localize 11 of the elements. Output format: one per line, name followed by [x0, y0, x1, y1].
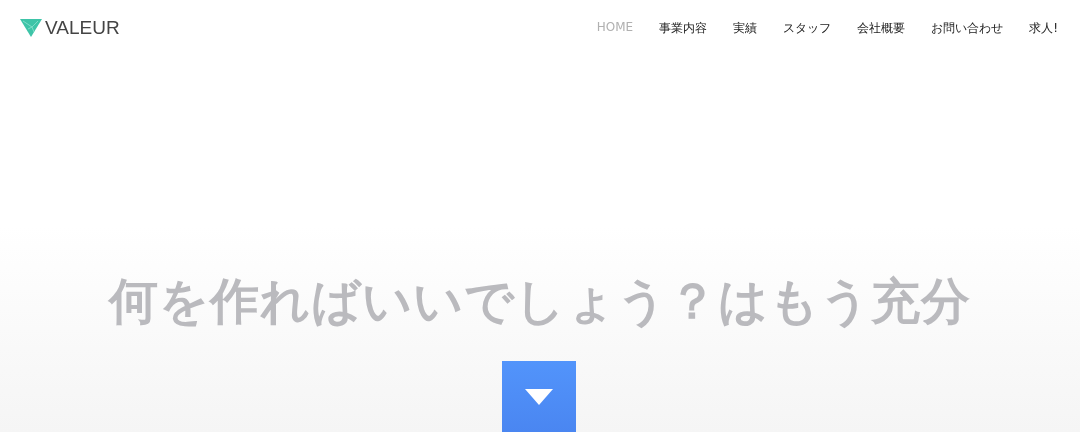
logo-wordmark[interactable]: VALEUR [45, 17, 120, 39]
triangle-logo-icon [20, 19, 42, 37]
hero-headline: 何を作ればいいでしょう？はもう充分 [109, 272, 971, 332]
nav-link[interactable]: 実績 [733, 19, 758, 37]
nav-link[interactable]: 会社概要 [857, 19, 906, 37]
nav-link[interactable]: 求人! [1029, 19, 1058, 37]
nav-link[interactable]: 事業内容 [659, 19, 708, 37]
nav-link[interactable]: お問い合わせ [931, 19, 1004, 37]
scroll-down-button[interactable] [502, 361, 576, 432]
nav-link[interactable]: スタッフ [783, 19, 832, 37]
down-triangle-icon [525, 388, 553, 405]
